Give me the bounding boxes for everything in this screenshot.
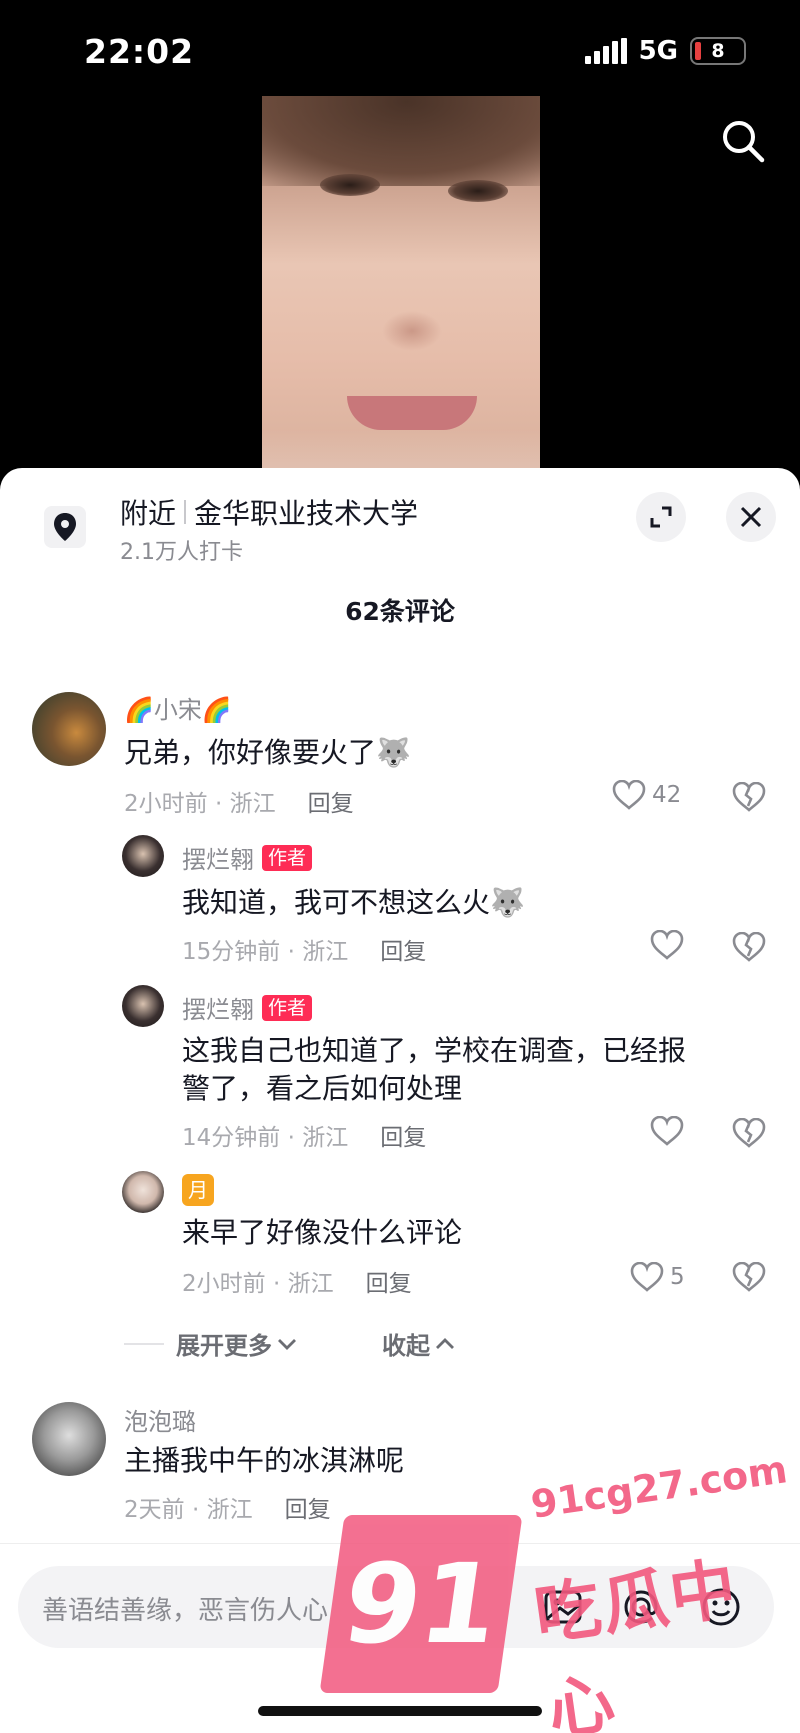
- dislike-button[interactable]: [732, 1261, 766, 1296]
- location-name: 金华职业技术大学: [194, 497, 419, 530]
- screen: 22:02 5G 8 附近 金华职业技术大学 2.1万人打卡 62条评论 🌈小宋…: [0, 0, 800, 1733]
- checkin-count: 2.1万人打卡: [120, 540, 243, 565]
- broken-heart-icon: [732, 781, 766, 812]
- reply-username[interactable]: 摆烂翱 作者: [182, 990, 313, 1025]
- video-thumbnail[interactable]: [262, 96, 540, 470]
- like-button[interactable]: [650, 930, 684, 960]
- comment-time: 14分钟前 · 浙江: [182, 1125, 349, 1151]
- expand-button[interactable]: [636, 492, 686, 542]
- heart-icon: [650, 930, 684, 960]
- comment-meta: 2小时前 · 浙江 回复: [182, 1264, 412, 1298]
- close-button[interactable]: [726, 492, 776, 542]
- expand-more-button[interactable]: 展开更多: [124, 1326, 298, 1361]
- comment-text: 兄弟，你好像要火了🐺: [124, 736, 411, 769]
- chevron-down-icon: [278, 1338, 296, 1350]
- moon-badge: 月: [182, 1174, 214, 1206]
- comment-meta: 15分钟前 · 浙江 回复: [182, 932, 426, 966]
- comment-count: 62条评论: [345, 597, 455, 626]
- comment-time: 2小时前 · 浙江: [182, 1271, 334, 1297]
- avatar[interactable]: [32, 692, 106, 766]
- comment-meta: 2小时前 · 浙江 回复: [124, 784, 354, 818]
- dislike-button[interactable]: [732, 931, 766, 966]
- reply-button[interactable]: 回复: [308, 784, 354, 818]
- avatar[interactable]: [122, 1171, 164, 1213]
- like-count: 5: [670, 1264, 685, 1290]
- search-button[interactable]: [718, 116, 768, 166]
- reply-button[interactable]: 回复: [285, 1490, 331, 1524]
- image-icon[interactable]: [540, 1584, 586, 1630]
- reply-username[interactable]: 摆烂翱 作者: [182, 840, 313, 875]
- avatar[interactable]: [122, 835, 164, 877]
- reply-button[interactable]: 回复: [380, 932, 426, 966]
- comment-text: 我知道，我可不想这么火🐺: [182, 886, 525, 919]
- reply-button[interactable]: 回复: [380, 1118, 426, 1152]
- location-prefix: 附近: [120, 497, 177, 530]
- comment-time: 2天前 · 浙江: [124, 1497, 253, 1523]
- location-pin-icon: [44, 506, 86, 548]
- comment-username[interactable]: 泡泡璐: [124, 1402, 196, 1437]
- avatar[interactable]: [32, 1402, 106, 1476]
- signal-icon: [584, 38, 627, 64]
- dislike-button[interactable]: [732, 1117, 766, 1152]
- chevron-up-icon: [436, 1337, 454, 1349]
- like-button[interactable]: [650, 1116, 684, 1146]
- emoji-icon[interactable]: [698, 1584, 744, 1630]
- status-time: 22:02: [84, 32, 195, 71]
- comment-meta: 2天前 · 浙江 回复: [124, 1490, 331, 1524]
- battery-icon: 8: [690, 37, 746, 65]
- heart-icon: [650, 1116, 684, 1146]
- expand-icon: [650, 506, 672, 528]
- comment-time: 2小时前 · 浙江: [124, 791, 276, 817]
- comment-username[interactable]: 🌈小宋🌈: [124, 690, 232, 725]
- collapse-button[interactable]: 收起: [382, 1326, 456, 1361]
- broken-heart-icon: [732, 931, 766, 962]
- comment-input[interactable]: 善语结善缘，恶言伤人心: [18, 1566, 774, 1648]
- like-count: 42: [652, 782, 682, 808]
- input-placeholder: 善语结善缘，恶言伤人心: [42, 1596, 329, 1626]
- search-icon: [723, 121, 765, 163]
- home-indicator[interactable]: [258, 1706, 542, 1716]
- reply-username[interactable]: 月: [182, 1174, 214, 1206]
- heart-icon: [630, 1262, 664, 1292]
- location-title[interactable]: 附近 金华职业技术大学: [120, 492, 418, 532]
- comment-text: 这我自己也知道了，学校在调查，已经报 警了，看之后如何处理: [182, 1034, 687, 1105]
- avatar[interactable]: [122, 985, 164, 1027]
- wolf-emoji-icon: 🐺: [490, 886, 525, 919]
- status-icons: 5G 8: [584, 36, 746, 66]
- comment-time: 15分钟前 · 浙江: [182, 939, 349, 965]
- comment-input-bar: 善语结善缘，恶言伤人心: [0, 1543, 800, 1733]
- network-label: 5G: [638, 36, 678, 66]
- at-mention-icon[interactable]: [618, 1584, 664, 1630]
- broken-heart-icon: [732, 1117, 766, 1148]
- broken-heart-icon: [732, 1261, 766, 1292]
- like-button[interactable]: 5: [630, 1262, 685, 1292]
- author-badge: 作者: [262, 994, 313, 1021]
- dislike-button[interactable]: [732, 781, 766, 816]
- author-badge: 作者: [262, 844, 313, 871]
- comment-text: 来早了好像没什么评论: [182, 1216, 463, 1249]
- close-icon: [740, 506, 762, 528]
- wolf-emoji-icon: 🐺: [376, 736, 411, 769]
- comment-meta: 14分钟前 · 浙江 回复: [182, 1118, 426, 1152]
- heart-icon: [612, 780, 646, 810]
- reply-button[interactable]: 回复: [366, 1264, 412, 1298]
- like-button[interactable]: 42: [612, 780, 681, 810]
- comment-text: 主播我中午的冰淇淋呢: [124, 1444, 405, 1477]
